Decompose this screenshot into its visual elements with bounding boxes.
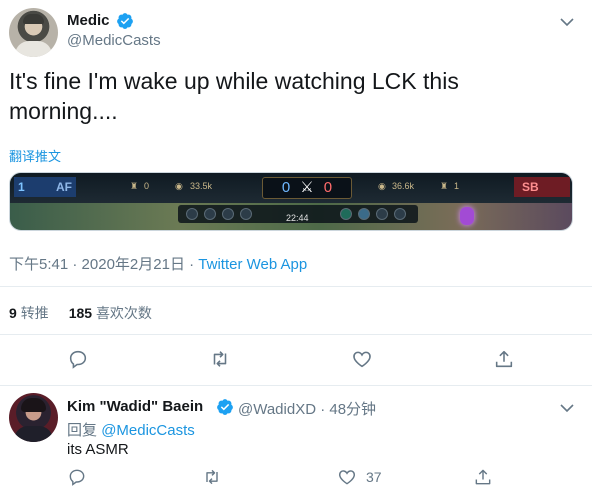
chevron-down-icon[interactable] bbox=[560, 400, 574, 413]
reply-text: its ASMR bbox=[67, 441, 129, 458]
avatar-jersey bbox=[14, 426, 53, 442]
right-kills-stat: 1 bbox=[454, 181, 460, 191]
heart-icon[interactable] bbox=[337, 467, 357, 487]
chevron-down-icon[interactable] bbox=[560, 14, 574, 27]
retweet-icon[interactable] bbox=[209, 348, 231, 370]
sword-icon: ⚔ bbox=[300, 179, 314, 196]
avatar[interactable] bbox=[9, 393, 58, 442]
meta-separator: · bbox=[189, 256, 195, 273]
team-left-number: 1 bbox=[18, 180, 25, 194]
replying-to: 回复 @MedicCasts bbox=[67, 419, 195, 440]
tweet-text: It's fine I'm wake up while watching LCK… bbox=[9, 68, 459, 124]
tower-icon: ♜ bbox=[130, 181, 139, 191]
tweet-stats: 9 转推 185 喜欢次数 bbox=[9, 303, 152, 323]
left-kills-stat: 0 bbox=[144, 181, 150, 191]
reply-icon[interactable] bbox=[67, 348, 89, 370]
scoreboard: 0 ⚔ 0 bbox=[262, 177, 352, 199]
retweet-label: 转推 bbox=[20, 305, 49, 321]
dragon-slot-icon bbox=[240, 208, 252, 220]
tweet-time[interactable]: 下午5:41 bbox=[9, 256, 68, 273]
avatar-cap bbox=[23, 14, 44, 24]
tweet-client-link[interactable]: Twitter Web App bbox=[198, 256, 307, 273]
gold-icon: ◉ bbox=[175, 181, 183, 191]
heart-icon[interactable] bbox=[351, 348, 373, 370]
avatar-shirt bbox=[15, 41, 52, 57]
retweets-stat[interactable]: 9 转推 bbox=[9, 305, 49, 321]
dragon-slot-icon bbox=[186, 208, 198, 220]
game-time: 22:44 bbox=[286, 213, 309, 223]
reply-author-handle[interactable]: @WadidXD bbox=[238, 401, 316, 418]
avatar-hair bbox=[21, 398, 46, 412]
verified-badge-icon bbox=[116, 12, 134, 30]
avatar[interactable] bbox=[9, 8, 58, 57]
dragon-slot-icon bbox=[204, 208, 216, 220]
gold-icon-right: ◉ bbox=[378, 181, 386, 191]
team-right-banner: SB bbox=[514, 177, 570, 197]
translate-tweet-link[interactable]: 翻译推文 bbox=[9, 146, 61, 165]
author-name[interactable]: Medic bbox=[67, 12, 110, 29]
team-left-banner: 1 AF bbox=[14, 177, 76, 197]
team-right-name: SB bbox=[522, 180, 539, 194]
reply-time[interactable]: 48分钟 bbox=[329, 401, 376, 418]
dragon-slot-icon bbox=[358, 208, 370, 220]
retweet-icon[interactable] bbox=[202, 467, 222, 487]
divider bbox=[0, 286, 592, 287]
score-blue: 0 bbox=[281, 179, 291, 196]
score-red: 0 bbox=[323, 179, 333, 196]
retweet-count: 9 bbox=[9, 305, 17, 321]
dragon-slot-icon bbox=[394, 208, 406, 220]
like-count: 185 bbox=[68, 305, 93, 321]
dragon-slot-icon bbox=[376, 208, 388, 220]
dragon-slot-icon bbox=[340, 208, 352, 220]
left-gold: 33.5k bbox=[190, 181, 213, 191]
game-hud: 1 AF ♜ 0 ◉ 33.5k 0 ⚔ 0 ◉ 36.6k ♜ 1 SB bbox=[10, 173, 572, 203]
main-tweet: Medic @MedicCasts It's fine I'm wake up … bbox=[0, 0, 592, 385]
like-label: 喜欢次数 bbox=[95, 305, 152, 321]
author-handle[interactable]: @MedicCasts bbox=[67, 32, 161, 49]
mention-link[interactable]: @MedicCasts bbox=[101, 422, 195, 439]
reply-tweet[interactable]: Kim "Wadid" Baein @WadidXD · 48分钟 回复 @Me… bbox=[0, 386, 592, 498]
share-icon[interactable] bbox=[493, 348, 515, 370]
tower-icon-right: ♜ bbox=[440, 181, 449, 191]
right-gold: 36.6k bbox=[392, 181, 415, 191]
reply-author-name[interactable]: Kim "Wadid" Baein bbox=[67, 398, 203, 415]
team-left-name: AF bbox=[56, 180, 72, 194]
reply-like-count: 37 bbox=[366, 469, 382, 485]
reply-icon[interactable] bbox=[67, 467, 87, 487]
tweet-date[interactable]: 2020年2月21日 bbox=[82, 256, 185, 273]
tweet-media-image[interactable]: 1 AF ♜ 0 ◉ 33.5k 0 ⚔ 0 ◉ 36.6k ♜ 1 SB 22: bbox=[9, 172, 573, 231]
share-icon[interactable] bbox=[473, 467, 493, 487]
reply-prefix: 回复 bbox=[67, 422, 98, 439]
meta-separator: · bbox=[72, 256, 78, 273]
verified-badge-icon bbox=[216, 398, 234, 416]
divider bbox=[0, 334, 592, 335]
reply-handle-time: @WadidXD · 48分钟 bbox=[238, 398, 376, 419]
champion-sprite bbox=[460, 207, 474, 225]
dragon-slot-icon bbox=[222, 208, 234, 220]
meta-separator: · bbox=[320, 401, 326, 418]
likes-stat[interactable]: 185 喜欢次数 bbox=[69, 305, 152, 321]
tweet-meta: 下午5:41 · 2020年2月21日 · Twitter Web App bbox=[9, 253, 307, 274]
